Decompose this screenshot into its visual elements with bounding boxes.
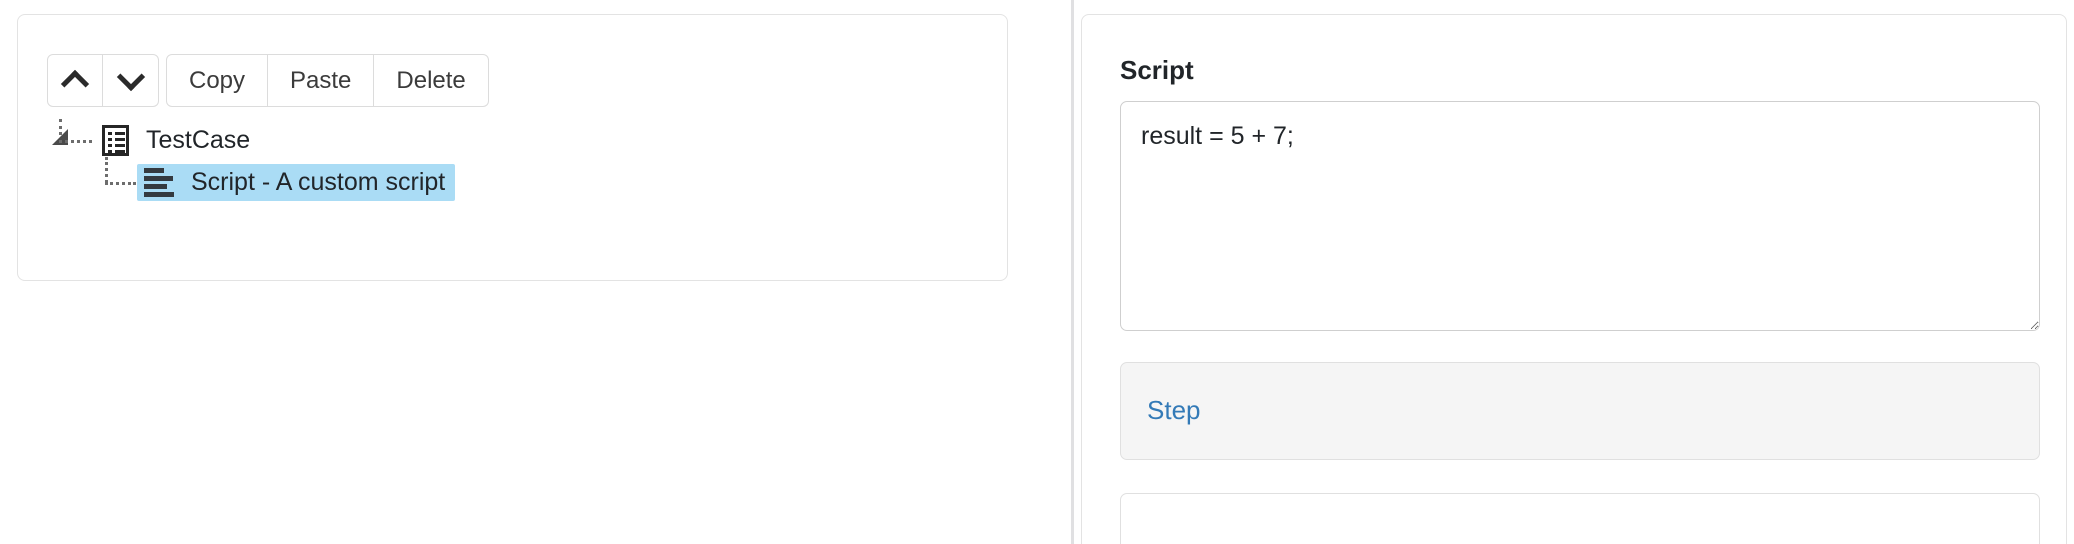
chevron-down-icon [116, 62, 145, 91]
next-step-panel[interactable] [1120, 492, 2040, 544]
test-case-tree: TestCase Script - A custom script [47, 119, 977, 203]
tree-row: TestCase [47, 119, 977, 161]
tree-connector-root [47, 119, 95, 161]
copy-button[interactable]: Copy [166, 54, 269, 107]
tree-node-script[interactable]: Script - A custom script [137, 163, 456, 201]
step-panel[interactable]: Step [1120, 361, 2040, 460]
tree-connector-child [101, 157, 137, 203]
tree-toolbar: Copy Paste Delete [47, 54, 489, 107]
tree-card: Copy Paste Delete TestCase Script - A cu… [17, 14, 1008, 281]
testcase-list-icon [102, 124, 129, 156]
tree-node-testcase[interactable]: TestCase [95, 121, 260, 160]
step-link[interactable]: Step [1147, 395, 1201, 426]
page-title: Script [1120, 55, 1194, 85]
script-input[interactable] [1120, 100, 2040, 331]
tree-row: Script - A custom script [101, 157, 977, 203]
paste-button[interactable]: Paste [268, 54, 375, 107]
tree-pane: Copy Paste Delete TestCase Script - A cu… [0, 0, 1070, 544]
chevron-up-icon [60, 69, 90, 98]
script-lines-icon [144, 168, 174, 197]
tree-node-label: TestCase [146, 125, 251, 154]
detail-pane: Script Step [1074, 0, 2074, 544]
tree-node-label: Script - A custom script [191, 167, 446, 196]
move-button-group [47, 54, 159, 107]
move-up-button[interactable] [47, 54, 103, 107]
script-detail-card: Script Step [1081, 14, 2067, 544]
move-down-button[interactable] [103, 54, 159, 107]
tree-expander-icon[interactable] [52, 129, 68, 145]
edit-button-group: Copy Paste Delete [166, 54, 489, 107]
app-root: Copy Paste Delete TestCase Script - A cu… [0, 0, 2074, 544]
delete-button[interactable]: Delete [374, 54, 489, 107]
